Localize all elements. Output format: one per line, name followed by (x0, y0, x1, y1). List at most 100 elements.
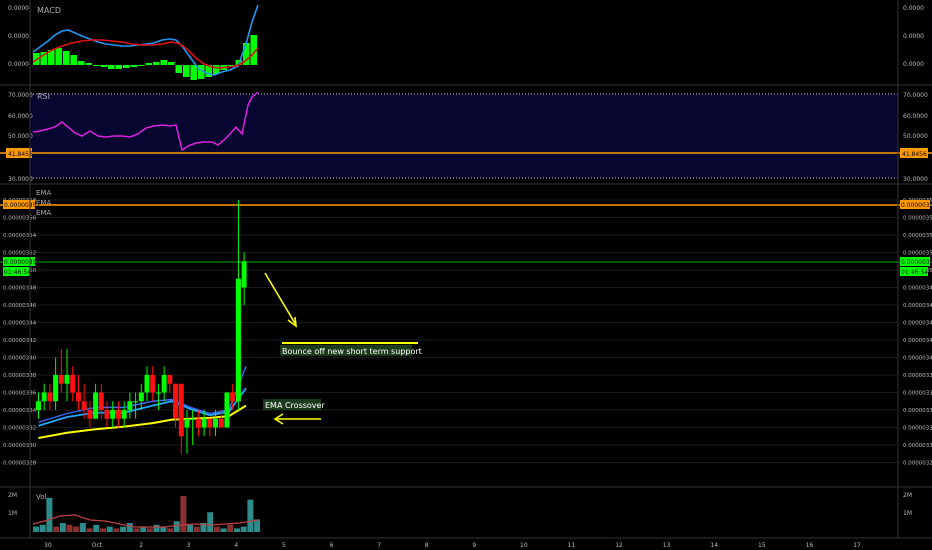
volume-bar (53, 526, 60, 532)
x-tick-label: 17 (853, 542, 861, 549)
macd-tick-left-1: 0.0000 (8, 5, 29, 12)
price-tick-label-left: 0.00000334 (3, 408, 37, 414)
volume-bar (213, 526, 220, 532)
price-tick-label-right: 0.00000330 (903, 443, 932, 449)
x-tick-label: 10 (520, 542, 528, 549)
macd-histogram-bar (108, 65, 115, 69)
price-tick-label-left: 0.00000332 (3, 426, 36, 432)
candle-body (70, 375, 76, 393)
x-tick-label: 15 (758, 542, 766, 549)
volume-bar (227, 524, 234, 532)
macd-histogram-bar (168, 62, 175, 65)
candle-body (104, 410, 110, 419)
x-tick-label: 11 (568, 542, 576, 549)
volume-bar (59, 523, 66, 532)
volume-bar (46, 497, 53, 532)
x-tick-label: 6 (330, 542, 334, 549)
volume-tick-right-2m: 2M (903, 492, 912, 499)
rsi-tick-left-70: 70.0000 (8, 92, 33, 99)
price-tick-label-right: 0.00000342 (903, 338, 932, 344)
rsi-tick-left-30: 30.0000 (8, 176, 33, 183)
candle-body (150, 375, 156, 393)
candle-body (35, 401, 41, 410)
candle-body (178, 383, 184, 437)
price-tick-label-left: 0.00000336 (3, 391, 37, 397)
volume-bar (106, 526, 113, 532)
price-tick-label-right: 0.00000352 (903, 251, 932, 257)
volume-tick-left-1m: 1M (8, 510, 17, 517)
x-tick-label: 2 (139, 542, 143, 549)
candle-body (110, 410, 116, 419)
x-tick-label: 4 (234, 542, 238, 549)
macd-tick-right-1: 0.0000 (903, 5, 924, 12)
macd-histogram-bar (138, 65, 145, 66)
macd-histogram-bar (145, 63, 152, 65)
x-tick-label: 14 (710, 542, 718, 549)
candle-body (213, 418, 219, 428)
macd-histogram-bar (130, 65, 137, 67)
macd-histogram-bar (190, 65, 197, 80)
candle-body (93, 392, 99, 419)
volume-bar (133, 528, 140, 532)
candle-body (115, 410, 121, 419)
macd-histogram-bar (160, 60, 167, 65)
candle-body (133, 401, 139, 403)
macd-tick-right-3: 0.0000 (903, 61, 924, 68)
volume-bar (220, 528, 227, 532)
volume-bar (100, 528, 106, 532)
macd-histogram-bar (55, 48, 62, 65)
volume-bar (39, 524, 46, 532)
volume-bar (187, 524, 194, 532)
price-tick-label-right: 0.00000344 (903, 321, 932, 327)
rsi-level-badge-right-text: 41.8456 (902, 151, 927, 158)
candle-body (64, 375, 70, 384)
rsi-pane: RSI 70.0000 60.0000 50.0000 30.0000 70.0… (0, 91, 932, 183)
candle-body (167, 375, 173, 384)
macd-histogram-bar (70, 55, 77, 65)
candle-body (144, 375, 150, 393)
price-tick-label-left: 0.00000348 (3, 286, 37, 292)
candle-body (98, 392, 104, 410)
candle-body (87, 410, 93, 419)
price-tick-label-left: 0.00000356 (3, 216, 37, 222)
macd-histogram-bar (115, 65, 122, 69)
rsi-band (30, 94, 898, 178)
support-label: Bounce off new short term support (282, 347, 422, 356)
volume-bar (66, 524, 73, 532)
price-tick-label-right: 0.00000354 (903, 233, 932, 239)
volume-bar (153, 524, 160, 532)
volume-bar (167, 528, 173, 532)
volume-bar (79, 523, 86, 532)
price-tick-label-left: 0.00000342 (3, 338, 36, 344)
countdown-badge-left-text: 01:46:54 (4, 269, 31, 276)
price-tick-label-left: 0.00000346 (3, 303, 37, 309)
volume-bar (173, 521, 180, 532)
price-tick-label-right: 0.00000336 (903, 391, 932, 397)
macd-histogram-bar (93, 65, 100, 66)
price-tick-label-right: 0.00000338 (903, 373, 932, 379)
macd-histogram-bar (183, 65, 190, 77)
x-tick-label: 3 (187, 542, 191, 549)
candle-body (230, 392, 236, 402)
candle-body (190, 418, 196, 420)
volume-tick-left-2m: 2M (8, 492, 17, 499)
volume-bar (126, 523, 133, 532)
candle-body (161, 375, 167, 393)
volume-bar (254, 519, 261, 532)
candle-body (207, 418, 213, 428)
rsi-level-badge-left-text: 41.8456 (8, 151, 33, 158)
macd-histogram-bar (123, 65, 130, 68)
x-tick-label: 13 (663, 542, 671, 549)
volume-bar (207, 512, 214, 532)
candle-body (155, 392, 161, 394)
rsi-tick-right-60: 60.0000 (903, 113, 928, 120)
candle-body (195, 418, 201, 428)
volume-bar (93, 524, 100, 532)
price-tick-label-left: 0.00000344 (3, 321, 37, 327)
price-tick-label-right: 0.00000328 (903, 461, 932, 467)
price-tick-label-right: 0.00000332 (903, 426, 932, 432)
macd-tick-left-3: 0.0000 (8, 61, 29, 68)
candle-body (241, 261, 247, 288)
rsi-tick-right-50: 50.0000 (903, 133, 928, 140)
last-price-badge-left-text: 0.00000351 (4, 259, 40, 266)
